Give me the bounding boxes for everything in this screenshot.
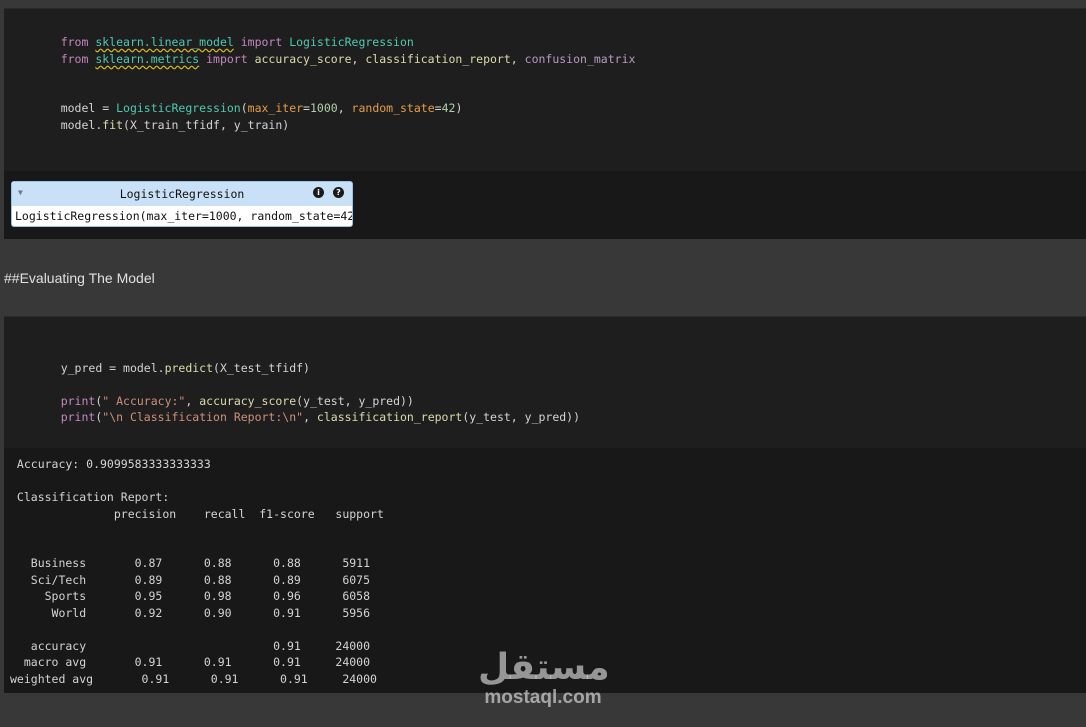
punct: , bbox=[337, 101, 352, 115]
punct: , bbox=[510, 52, 525, 66]
string: "\n Classification Report:\n" bbox=[102, 410, 304, 424]
output-text: Accuracy: 0.9099583333333333 Classificat… bbox=[10, 457, 384, 686]
estimator-widget-header[interactable]: ▼ LogisticRegression i ? bbox=[12, 182, 352, 206]
code-line[interactable]: from sklearn.metrics import accuracy_sco… bbox=[33, 35, 636, 83]
keyword: from bbox=[60, 52, 96, 66]
help-icon[interactable]: ? bbox=[333, 187, 344, 198]
param-name: random_state bbox=[351, 101, 435, 115]
info-icon[interactable]: i bbox=[313, 187, 324, 198]
keyword: import bbox=[199, 52, 255, 66]
estimator-widget[interactable]: ▼ LogisticRegression i ? LogisticRegress… bbox=[11, 181, 353, 227]
code-text: y_pred = model. bbox=[60, 361, 165, 375]
code-text: model. bbox=[60, 118, 103, 132]
function-name-unused: confusion_matrix bbox=[524, 52, 636, 66]
estimator-title: LogisticRegression bbox=[119, 187, 245, 201]
punct: , bbox=[303, 410, 317, 424]
estimator-repr: LogisticRegression(max_iter=1000, random… bbox=[15, 209, 353, 223]
punct: , bbox=[351, 52, 366, 66]
number: 1000 bbox=[309, 101, 338, 115]
code-text: (X_test_tfidf) bbox=[213, 361, 310, 375]
punct: = bbox=[303, 101, 310, 115]
punct: = bbox=[434, 101, 442, 115]
markdown-heading: ##Evaluating The Model bbox=[4, 270, 155, 286]
code-text: (y_test, y_pred)) bbox=[462, 410, 581, 424]
function-name: fit bbox=[102, 118, 124, 132]
code-cell-2[interactable]: y_pred = model.predict(X_test_tfidf) pri… bbox=[4, 316, 1086, 449]
watermark-logo: مستقل mostaql.com bbox=[478, 647, 610, 708]
code-line[interactable]: print("\n Classification Report:\n", cla… bbox=[33, 393, 580, 441]
code-cell-1[interactable]: from sklearn.linear_model import Logisti… bbox=[4, 8, 1086, 172]
function-name: classification_report bbox=[316, 410, 463, 424]
code-text: (X_train_tfidf, y_train) bbox=[123, 118, 290, 132]
function-name: classification_report bbox=[365, 52, 511, 66]
watermark-arabic: مستقل bbox=[478, 647, 610, 688]
number: 42 bbox=[441, 101, 456, 115]
function-name: accuracy_score bbox=[254, 52, 352, 66]
function-name: predict bbox=[164, 361, 214, 375]
code-line[interactable]: model.fit(X_train_tfidf, y_train) bbox=[33, 101, 290, 149]
builtin: print bbox=[60, 410, 96, 424]
watermark-latin: mostaql.com bbox=[484, 687, 602, 708]
module-name: sklearn.metrics bbox=[95, 52, 200, 66]
punct: ) bbox=[455, 101, 463, 115]
